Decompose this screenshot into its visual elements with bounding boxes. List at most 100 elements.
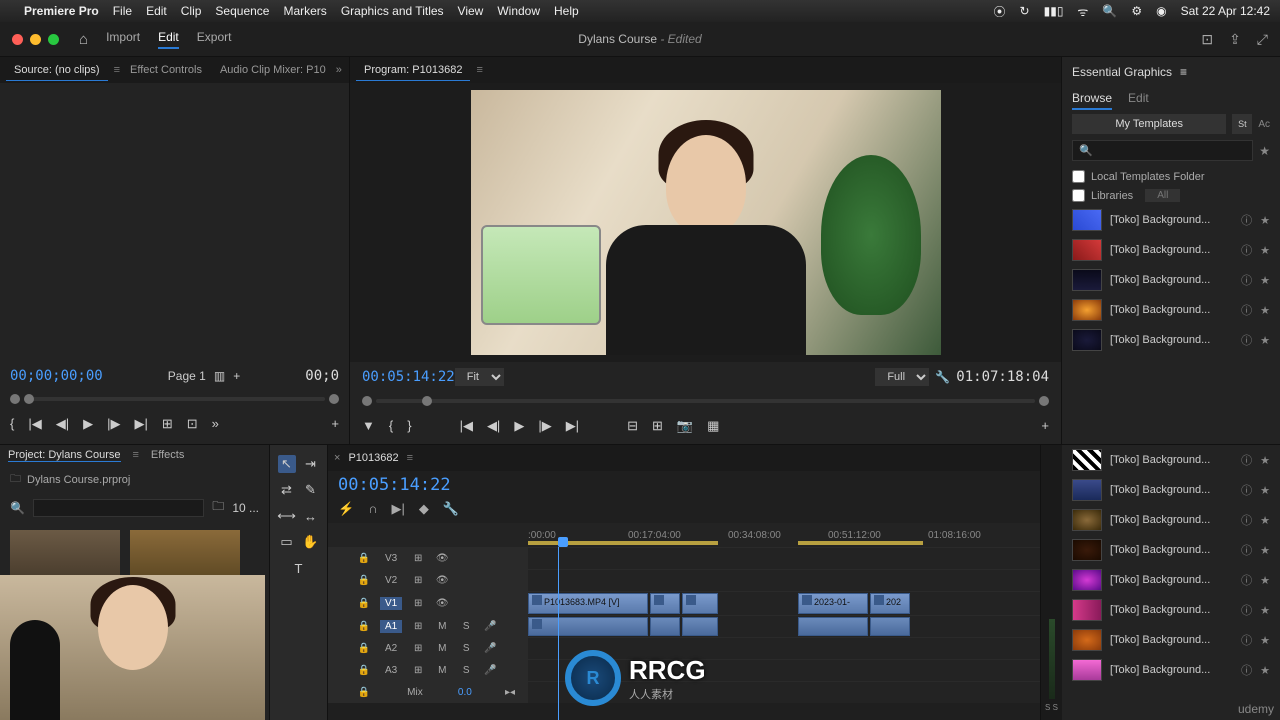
clock[interactable]: Sat 22 Apr 12:42 <box>1181 4 1270 18</box>
info-icon[interactable]: ⓘ <box>1241 632 1252 648</box>
eg-template-item[interactable]: [Toko] Background... ⓘ ★ <box>1062 655 1280 685</box>
info-icon[interactable]: ⓘ <box>1241 542 1252 558</box>
sync-icon[interactable]: ↻ <box>1020 4 1030 18</box>
zoom-slider-end-knob[interactable] <box>329 394 339 404</box>
extract-icon[interactable]: ⊞ <box>652 418 663 434</box>
toggle-sync-lock-icon[interactable]: ⊞ <box>410 665 426 676</box>
more-transport-icon[interactable]: » <box>212 416 219 432</box>
expand-icon[interactable]: ▸◂ <box>502 687 518 698</box>
menu-sequence[interactable]: Sequence <box>215 4 269 18</box>
work-area-bar[interactable] <box>528 541 718 545</box>
eg-template-item[interactable]: [Toko] Background... ⓘ ★ <box>1062 475 1280 505</box>
step-back-icon[interactable]: ◀| <box>487 418 500 434</box>
spotlight-icon[interactable]: 🔍 <box>1102 4 1117 18</box>
lock-icon[interactable]: 🔒 <box>356 643 372 654</box>
favorite-star-icon[interactable]: ★ <box>1260 604 1270 617</box>
timeline-ruler[interactable]: :00:00 00:17:04:00 00:34:08:00 00:51:12:… <box>328 523 1040 547</box>
toggle-sync-lock-icon[interactable]: ⊞ <box>410 575 426 586</box>
quick-export-icon[interactable]: ⊡ <box>1201 31 1213 48</box>
step-fwd-icon[interactable]: |▶ <box>538 418 551 434</box>
zoom-slider-start-knob[interactable] <box>10 394 20 404</box>
video-clip[interactable] <box>682 593 718 614</box>
add-marker-icon[interactable]: ▼ <box>362 418 375 434</box>
info-icon[interactable]: ⓘ <box>1241 272 1252 288</box>
zoom-slider-end-knob[interactable] <box>1039 396 1049 406</box>
overwrite-icon[interactable]: ⊡ <box>187 416 198 432</box>
panel-menu-icon[interactable]: ≡ <box>114 64 120 76</box>
zoom-slider-start-knob[interactable] <box>362 396 372 406</box>
track-label-a3[interactable]: A3 <box>380 664 402 677</box>
favorite-star-icon[interactable]: ★ <box>1260 334 1270 347</box>
favorite-star-icon[interactable]: ★ <box>1260 274 1270 287</box>
info-icon[interactable]: ⓘ <box>1241 482 1252 498</box>
audio-clip[interactable] <box>650 617 680 636</box>
favorite-star-icon[interactable]: ★ <box>1260 244 1270 257</box>
panel-menu-icon[interactable]: ≡ <box>476 64 482 76</box>
menu-help[interactable]: Help <box>554 4 579 18</box>
rolling-edit-tool-icon[interactable]: ✎ <box>302 481 320 499</box>
toggle-sync-lock-icon[interactable]: ⊞ <box>410 643 426 654</box>
go-to-in-icon[interactable]: |◀ <box>460 418 473 434</box>
menu-file[interactable]: File <box>113 4 132 18</box>
fullscreen-icon[interactable]: ⤢ <box>1257 31 1268 48</box>
snap-icon[interactable]: ⚡ <box>338 501 354 517</box>
hand-tool-icon[interactable]: ✋ <box>302 533 320 551</box>
toggle-output-icon[interactable]: 👁 <box>434 553 450 564</box>
bin-icon[interactable]: 🗀 <box>10 470 21 489</box>
workspace-export[interactable]: Export <box>197 30 232 49</box>
zoom-slider-handle[interactable] <box>24 394 34 404</box>
favorite-star-icon[interactable]: ★ <box>1260 514 1270 527</box>
razor-tool-icon[interactable]: ⟷ <box>278 507 296 525</box>
tab-effect-controls[interactable]: Effect Controls <box>122 60 210 80</box>
dv-icon[interactable]: ▥ <box>214 369 225 383</box>
linked-selection-icon[interactable]: ∩ <box>368 501 377 517</box>
program-timecode[interactable]: 00:05:14:22 <box>362 369 455 385</box>
slip-tool-icon[interactable]: ↔ <box>302 507 320 525</box>
menu-graphics-titles[interactable]: Graphics and Titles <box>341 4 444 18</box>
mute-button[interactable]: M <box>434 621 450 632</box>
menu-window[interactable]: Window <box>497 4 540 18</box>
battery-icon[interactable]: ▮▮▯ <box>1044 4 1064 18</box>
tab-effects[interactable]: Effects <box>151 449 184 462</box>
my-templates-button[interactable]: My Templates <box>1072 114 1226 134</box>
control-center-icon[interactable]: ⚙ <box>1131 4 1142 18</box>
app-name[interactable]: Premiere Pro <box>24 4 99 18</box>
info-icon[interactable]: ⓘ <box>1241 602 1252 618</box>
selection-tool-icon[interactable]: ↖ <box>278 455 296 473</box>
close-window-button[interactable] <box>12 34 23 45</box>
favorite-star-icon[interactable]: ★ <box>1260 214 1270 227</box>
go-to-out-icon[interactable]: ▶| <box>134 416 147 432</box>
favorite-star-icon[interactable]: ★ <box>1260 454 1270 467</box>
lift-icon[interactable]: ⊟ <box>627 418 638 434</box>
audio-clip[interactable] <box>870 617 910 636</box>
go-to-out-icon[interactable]: ▶| <box>566 418 579 434</box>
source-zoom-slider[interactable] <box>10 390 339 408</box>
eg-tab-edit[interactable]: Edit <box>1128 91 1149 110</box>
lock-icon[interactable]: 🔒 <box>356 687 372 698</box>
play-icon[interactable]: ▶ <box>514 418 524 434</box>
audio-clip[interactable] <box>682 617 718 636</box>
step-fwd-icon[interactable]: |▶ <box>107 416 120 432</box>
eg-template-item[interactable]: [Toko] Background... ⓘ ★ <box>1062 625 1280 655</box>
menu-edit[interactable]: Edit <box>146 4 167 18</box>
add-page-icon[interactable]: + <box>233 369 240 383</box>
menu-clip[interactable]: Clip <box>181 4 202 18</box>
track-label-mix[interactable]: Mix <box>402 686 428 699</box>
panel-menu-icon[interactable]: ≡ <box>133 449 139 462</box>
ripple-edit-tool-icon[interactable]: ⇄ <box>278 481 296 499</box>
voiceover-icon[interactable]: 🎤 <box>482 621 498 632</box>
mark-in-icon[interactable]: { <box>389 418 393 434</box>
track-label-a1[interactable]: A1 <box>380 620 402 633</box>
program-monitor[interactable] <box>350 83 1061 362</box>
mute-button[interactable]: M <box>434 665 450 676</box>
video-clip[interactable] <box>650 593 680 614</box>
eg-template-item[interactable]: [Toko] Background... ⓘ ★ <box>1062 505 1280 535</box>
type-tool-icon[interactable]: T <box>290 559 308 577</box>
eg-template-item[interactable]: [Toko] Background... ⓘ ★ <box>1062 595 1280 625</box>
screen-record-icon[interactable]: ⦿ <box>994 3 1006 20</box>
eg-template-item[interactable]: [Toko] Background... ⓘ ★ <box>1062 205 1280 235</box>
tab-program[interactable]: Program: P1013682 <box>356 60 470 81</box>
insert-icon[interactable]: ⊞ <box>162 416 173 432</box>
track-label-v1[interactable]: V1 <box>380 597 402 610</box>
work-area-bar[interactable] <box>798 541 923 545</box>
